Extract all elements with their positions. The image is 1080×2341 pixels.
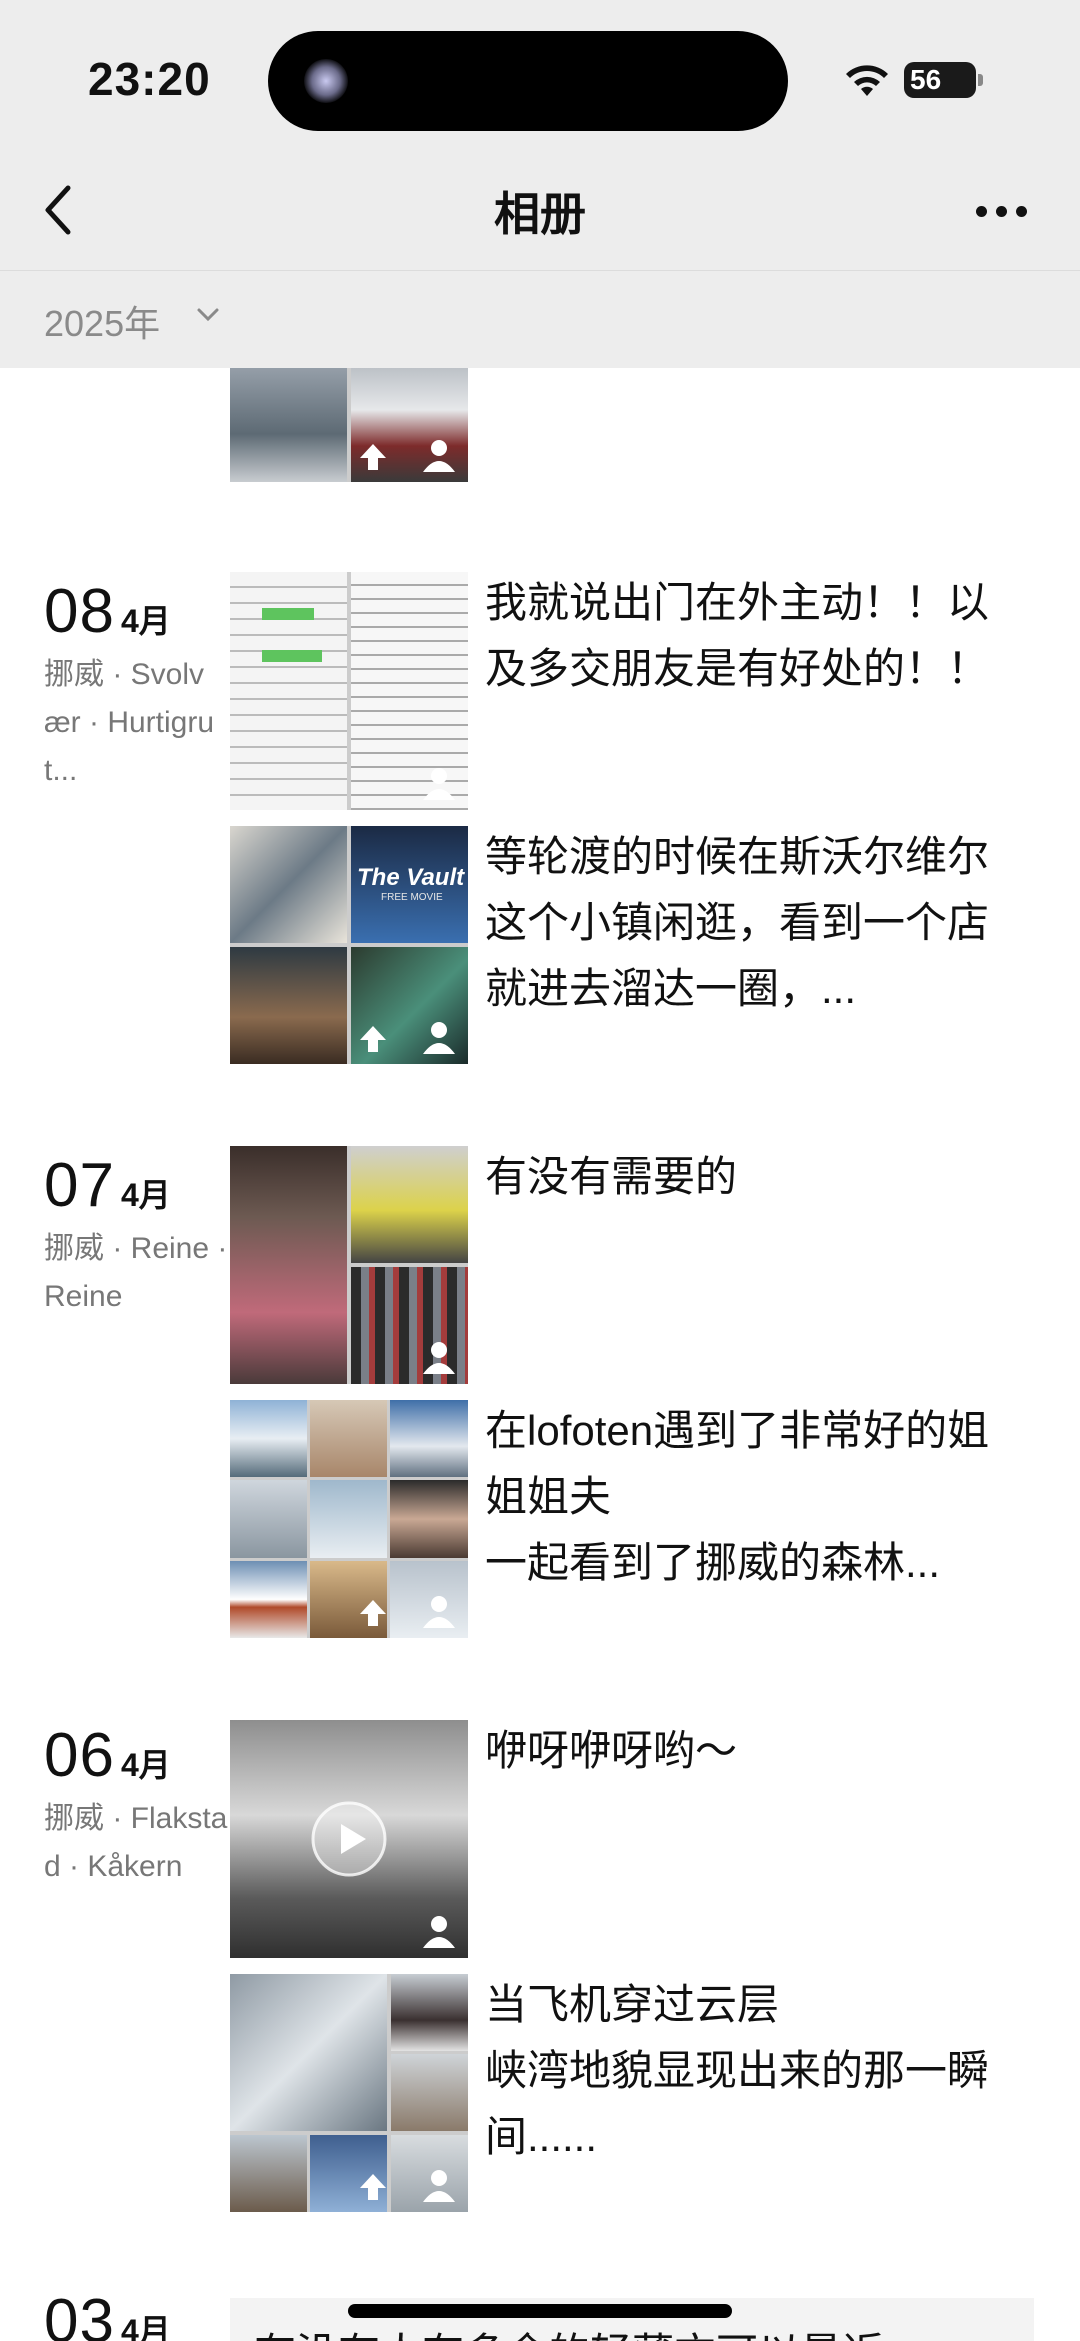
battery-indicator: 56 — [904, 62, 983, 98]
post-thumbnail[interactable] — [230, 572, 468, 810]
year-filter-bar: 2025年 — [0, 270, 1080, 368]
user-icon — [423, 1022, 455, 1054]
location-label: 挪威 · Svolvær · Hurtigrut... — [44, 658, 215, 787]
home-indicator[interactable] — [348, 2304, 732, 2318]
album-feed: 08 4月 挪威 · Svolvær · Hurtigrut... 我就说出门在外… — [0, 368, 1080, 2341]
post-caption[interactable]: 当飞机穿过云层 峡湾地貌显现出来的那一瞬间...... — [485, 1972, 1005, 2170]
user-icon — [423, 768, 455, 800]
post-caption: 有没有人有多余的轻薄衣可以最近 — [254, 2320, 884, 2341]
year-selector[interactable]: 2025年 — [44, 295, 160, 347]
post-thumbnail[interactable]: The Vault FREE MOVIE — [230, 826, 468, 1064]
user-icon — [423, 1916, 455, 1948]
day-number: 08 — [44, 577, 115, 646]
play-icon[interactable] — [310, 1800, 388, 1878]
dynamic-island — [268, 31, 788, 131]
date-group-08: 08 4月 挪威 · Svolvær · Hurtigrut... — [44, 576, 229, 795]
day-number: 03 — [44, 2287, 115, 2341]
page-title: 相册 — [494, 188, 586, 240]
wifi-icon — [846, 65, 888, 96]
user-icon — [423, 2170, 455, 2202]
post-thumbnail[interactable] — [230, 1146, 468, 1384]
post-caption[interactable]: 在lofoten遇到了非常好的姐姐姐夫 一起看到了挪威的森林... — [485, 1398, 1005, 1596]
month-label: 4月 — [120, 603, 171, 639]
more-options-icon[interactable] — [972, 190, 1032, 230]
post-thumbnail[interactable] — [230, 368, 468, 482]
user-icon — [423, 440, 455, 472]
thumb-subtext: FREE MOVIE — [381, 892, 443, 903]
thumb-text: The Vault — [357, 864, 465, 891]
post-thumbnail[interactable] — [230, 1974, 468, 2212]
user-icon — [423, 1342, 455, 1374]
post-caption[interactable]: 有没有需要的 — [485, 1144, 1005, 1210]
post-thumbnail[interactable] — [230, 1400, 468, 1638]
upload-arrow-icon — [360, 2174, 386, 2200]
date-group-06: 06 4月 挪威 · Flakstad · Kåkern — [44, 1720, 229, 1891]
month-label: 4月 — [120, 1177, 171, 1213]
top-bar: 23:20 56 相册 — [0, 0, 1080, 270]
status-time: 23:20 — [88, 53, 211, 105]
user-icon — [423, 1596, 455, 1628]
location-label: 挪威 · Flakstad · Kåkern — [44, 1802, 228, 1883]
post-caption[interactable]: 等轮渡的时候在斯沃尔维尔这个小镇闲逛，看到一个店就进去溜达一圈，... — [485, 824, 1005, 1022]
video-thumbnail[interactable] — [230, 1720, 468, 1958]
month-label: 4月 — [120, 1747, 171, 1783]
chevron-down-icon[interactable] — [196, 307, 220, 323]
date-group-07: 07 4月 挪威 · Reine · Reine — [44, 1150, 229, 1321]
day-number: 06 — [44, 1721, 115, 1790]
post-caption[interactable]: 咿呀咿呀哟～ — [485, 1718, 1005, 1784]
month-label: 4月 — [120, 2313, 171, 2341]
flashlight-icon — [304, 59, 348, 103]
date-group-03: 03 4月 — [44, 2286, 171, 2341]
post-caption[interactable]: 我就说出门在外主动！！以及多交朋友是有好处的！！ — [485, 570, 1005, 702]
upload-arrow-icon — [360, 1600, 386, 1626]
upload-arrow-icon — [360, 444, 386, 470]
upload-arrow-icon — [360, 1026, 386, 1052]
location-label: 挪威 · Reine · Reine — [44, 1232, 228, 1313]
day-number: 07 — [44, 1151, 115, 1220]
